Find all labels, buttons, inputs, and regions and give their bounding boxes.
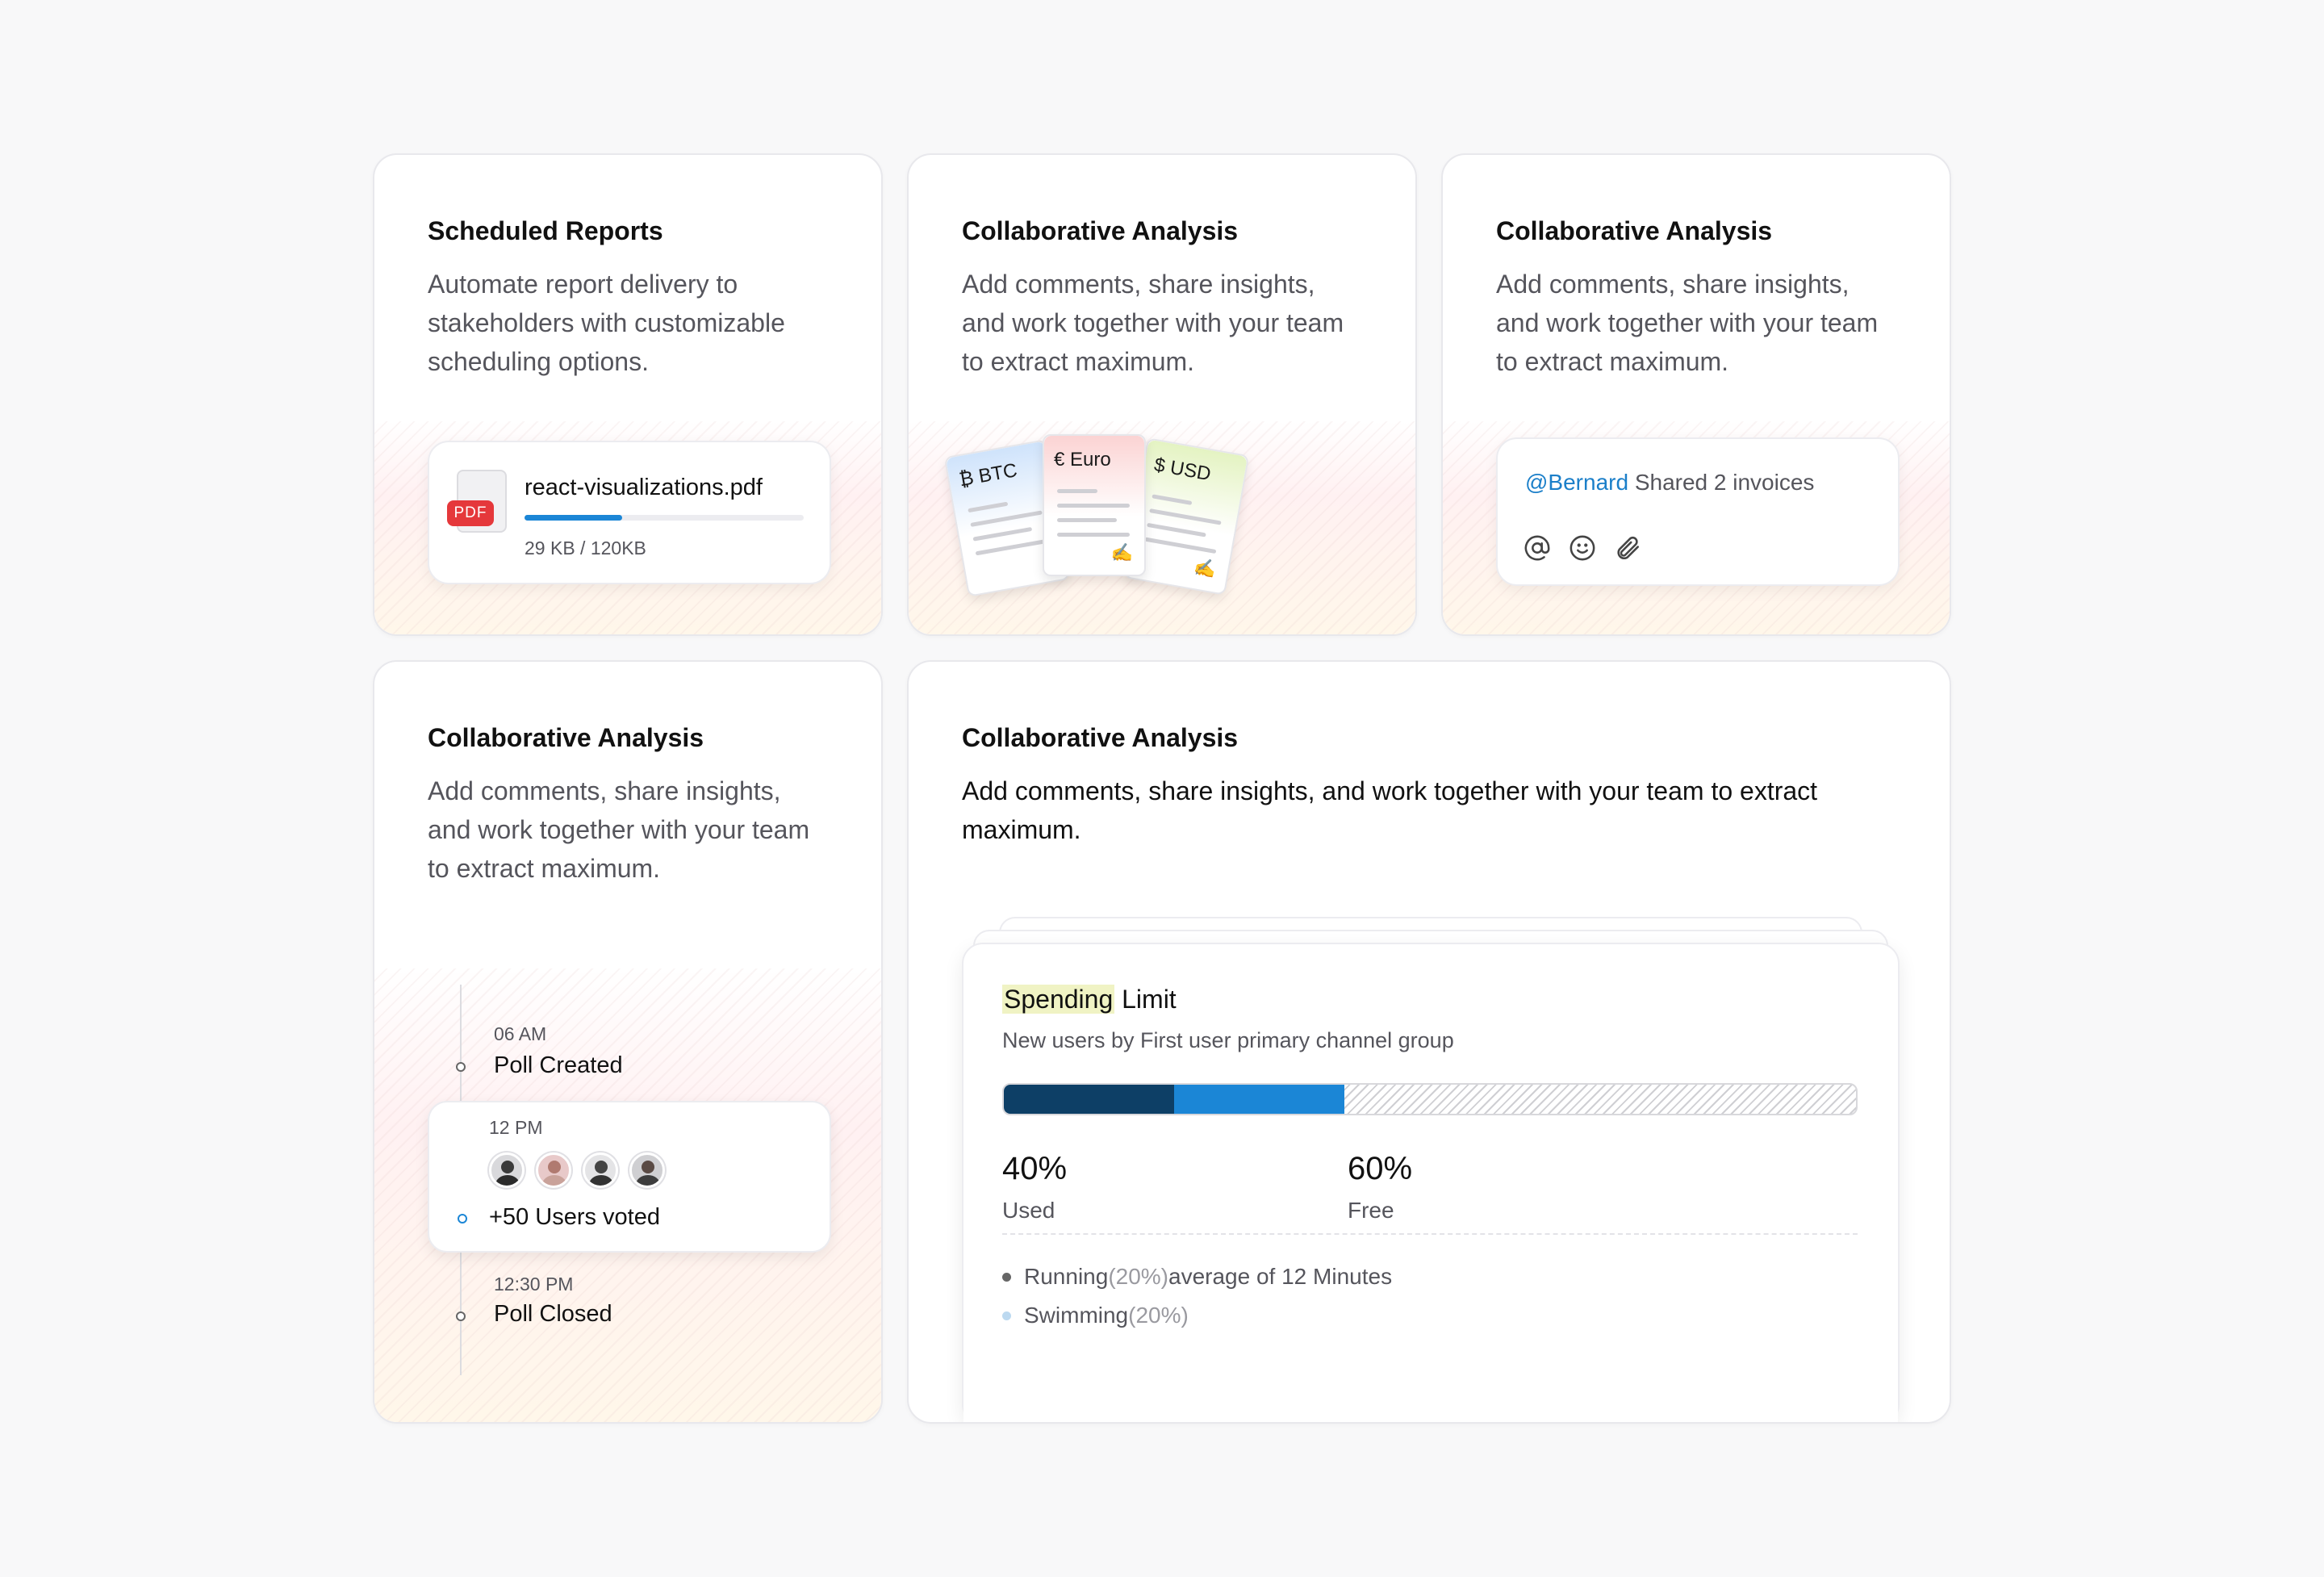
card-title: Collaborative Analysis bbox=[428, 723, 704, 752]
upload-progress-bar bbox=[525, 515, 804, 521]
card-description: Add comments, share insights, and work t… bbox=[962, 270, 1344, 376]
card-title: Scheduled Reports bbox=[428, 216, 663, 245]
legend-dot bbox=[1002, 1272, 1011, 1282]
collaborative-analysis-card-comments: Collaborative Analysis Add comments, sha… bbox=[1441, 153, 1951, 636]
avatar bbox=[583, 1152, 618, 1188]
usage-segment-1 bbox=[1004, 1085, 1175, 1114]
free-label: Free bbox=[1348, 1198, 1394, 1223]
widget-title: Spending Limit bbox=[1002, 985, 1177, 1014]
file-name: react-visualizations.pdf bbox=[525, 475, 763, 500]
event-label: +50 Users voted bbox=[489, 1204, 660, 1230]
free-value: 60% bbox=[1348, 1151, 1413, 1186]
usage-bar bbox=[1002, 1083, 1858, 1115]
usage-segment-2 bbox=[1174, 1085, 1345, 1114]
collaborative-analysis-card-spending: Collaborative Analysis Add comments, sha… bbox=[907, 660, 1951, 1424]
timeline-dot bbox=[458, 1214, 467, 1224]
spending-limit-widget: Spending Limit New users by First user p… bbox=[962, 943, 1900, 1422]
file-size: 29 KB / 120KB bbox=[525, 538, 646, 558]
event-time: 06 AM bbox=[494, 1023, 547, 1044]
pdf-badge: PDF bbox=[447, 500, 494, 526]
smile-icon[interactable] bbox=[1569, 534, 1596, 562]
card-description: Add comments, share insights, and work t… bbox=[428, 776, 810, 883]
card-title: Collaborative Analysis bbox=[962, 723, 1239, 752]
card-title: Collaborative Analysis bbox=[1496, 216, 1773, 245]
timeline-dot bbox=[456, 1311, 466, 1321]
comment-text: @Bernard Shared 2 invoices bbox=[1525, 470, 1815, 495]
card-description: Add comments, share insights, and work t… bbox=[962, 776, 1818, 844]
card-title: Collaborative Analysis bbox=[962, 216, 1239, 245]
user-mention[interactable]: @Bernard bbox=[1525, 470, 1628, 495]
comment-box[interactable]: @Bernard Shared 2 invoices bbox=[1496, 437, 1900, 586]
timeline-dot bbox=[456, 1062, 466, 1072]
event-time: 12 PM bbox=[489, 1117, 543, 1138]
legend-dot bbox=[1002, 1311, 1011, 1320]
collaborative-analysis-card-timeline: Collaborative Analysis Add comments, sha… bbox=[373, 660, 883, 1424]
legend-item: Running (20%) average of 12 Minutes bbox=[1002, 1264, 1392, 1290]
file-upload-item[interactable]: PDF react-visualizations.pdf 29 KB / 120… bbox=[428, 441, 831, 584]
avatar bbox=[536, 1152, 571, 1188]
used-label: Used bbox=[1002, 1198, 1055, 1223]
card-description: Automate report delivery to stakeholders… bbox=[428, 270, 785, 376]
event-label: Poll Created bbox=[494, 1052, 623, 1078]
paperclip-icon[interactable] bbox=[1614, 534, 1641, 562]
divider bbox=[1002, 1233, 1858, 1235]
legend-item: Swimming (20%) bbox=[1002, 1303, 1189, 1328]
currency-ticket-euro: € Euro ✍ bbox=[1043, 434, 1146, 576]
at-icon[interactable] bbox=[1524, 534, 1551, 562]
scheduled-reports-card: Scheduled Reports Automate report delive… bbox=[373, 153, 883, 636]
signature-icon: ✍ bbox=[1110, 542, 1133, 563]
card-description: Add comments, share insights, and work t… bbox=[1496, 270, 1879, 376]
event-time: 12:30 PM bbox=[494, 1274, 574, 1295]
timeline-event-active[interactable]: 12 PM +50 Users voted bbox=[428, 1101, 831, 1253]
avatar bbox=[489, 1152, 525, 1188]
used-value: 40% bbox=[1002, 1151, 1068, 1186]
voter-avatars bbox=[489, 1152, 665, 1188]
avatar bbox=[629, 1152, 665, 1188]
bottom-fade bbox=[963, 1327, 1898, 1422]
event-label: Poll Closed bbox=[494, 1301, 612, 1327]
widget-subtitle: New users by First user primary channel … bbox=[1002, 1028, 1454, 1052]
signature-icon: ✍ bbox=[1192, 555, 1218, 580]
collaborative-analysis-card-currency: Collaborative Analysis Add comments, sha… bbox=[907, 153, 1417, 636]
ticket-label: € Euro bbox=[1054, 449, 1111, 471]
comment-toolbar bbox=[1524, 534, 1641, 562]
